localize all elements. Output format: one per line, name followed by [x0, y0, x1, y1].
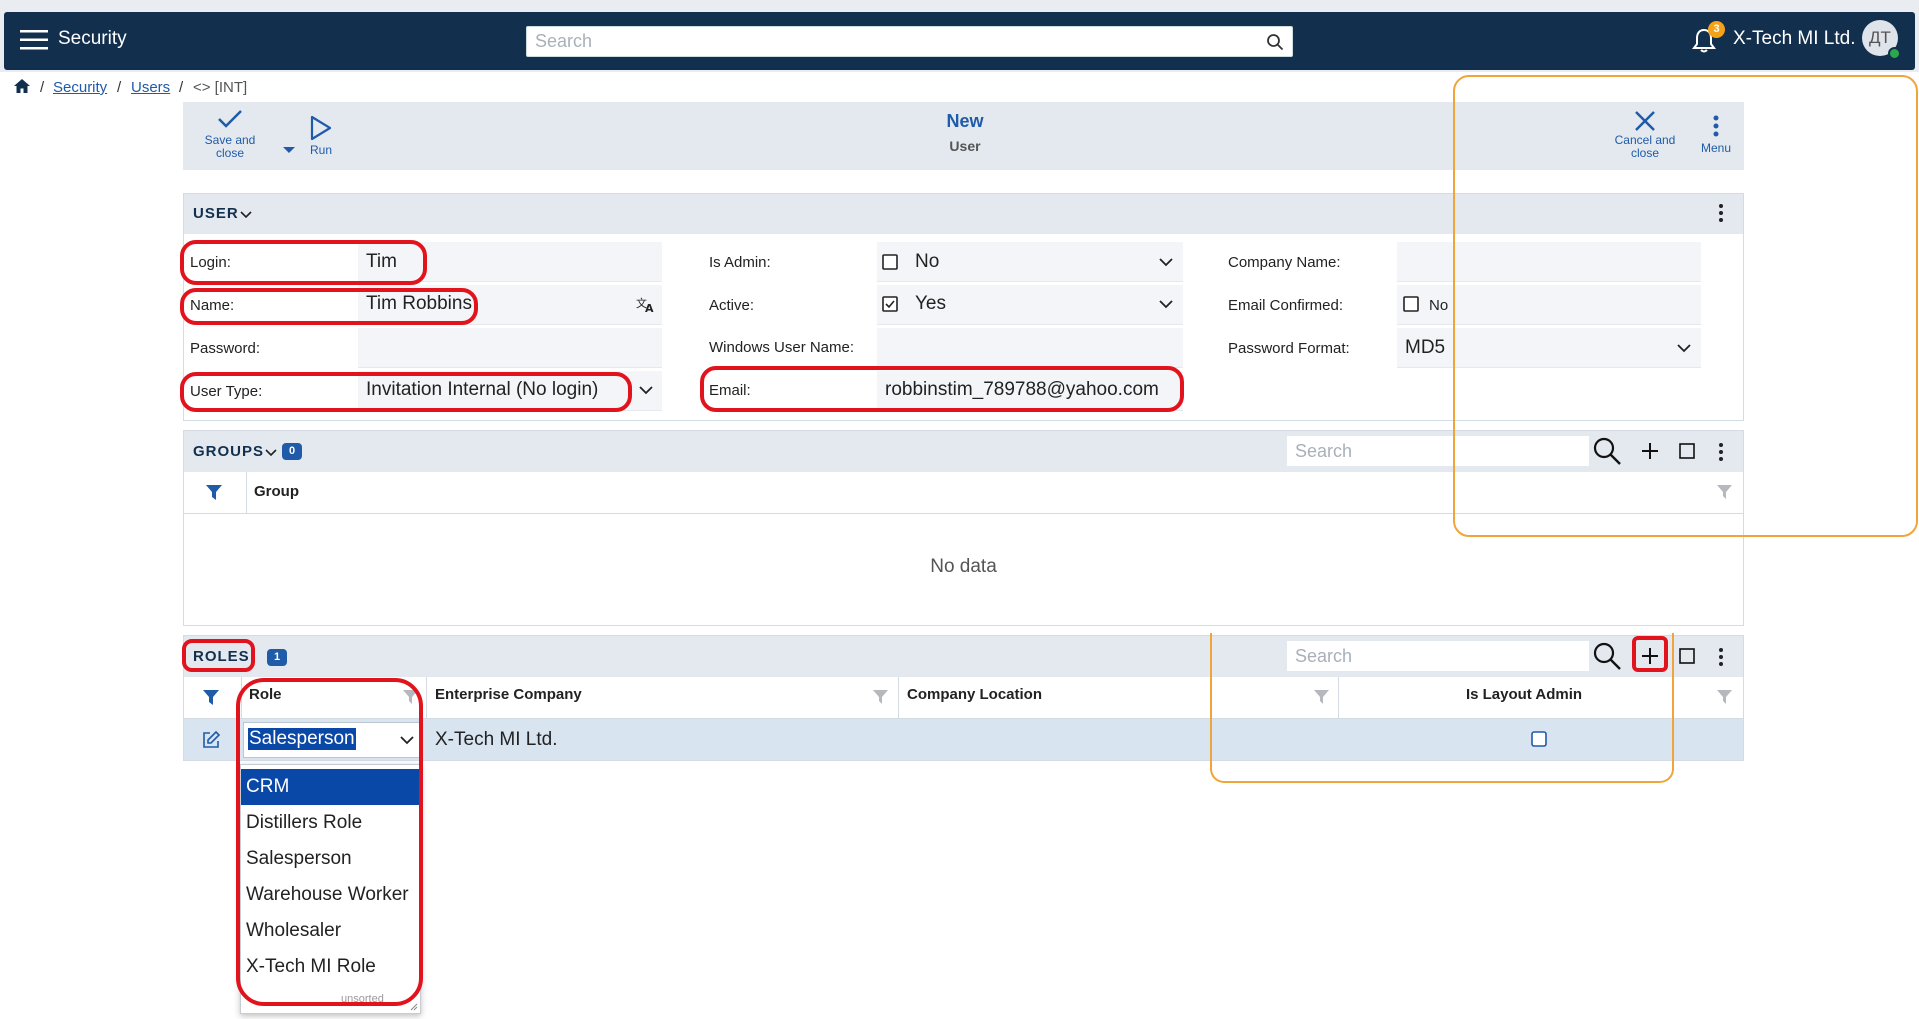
breadcrumb-separator: / — [40, 79, 45, 96]
global-search-input[interactable] — [527, 27, 1247, 56]
breadcrumb-current: <> [INT] — [193, 79, 248, 96]
enterprise-company-cell[interactable]: X-Tech MI Ltd. — [435, 729, 558, 751]
company-name[interactable]: X-Tech MI Ltd. — [1733, 28, 1856, 50]
svg-text:A: A — [645, 302, 654, 313]
app-title: Security — [58, 28, 127, 49]
breadcrumb-separator: / — [117, 79, 122, 96]
windows-user-name-field[interactable] — [877, 328, 1183, 368]
roles-title-highlight — [182, 639, 255, 672]
online-status-dot — [1888, 47, 1901, 60]
active-label: Active: — [709, 297, 755, 314]
orange-annotation-box — [1210, 633, 1674, 783]
column-header-enterprise-company[interactable]: Enterprise Company — [435, 686, 582, 703]
more-vertical-icon[interactable] — [1718, 647, 1724, 667]
is-admin-value[interactable]: No — [915, 251, 939, 273]
column-divider — [246, 472, 247, 514]
run-label: Run — [309, 143, 332, 157]
save-and-close-label-line2: close — [215, 146, 244, 160]
form-title: New — [946, 111, 984, 131]
active-value[interactable]: Yes — [915, 293, 946, 315]
filter-icon[interactable] — [202, 689, 220, 706]
checked-checkbox-icon[interactable] — [882, 296, 898, 312]
save-options-dropdown-icon[interactable] — [282, 146, 296, 154]
orange-annotation-box — [1453, 75, 1918, 537]
form-subtitle: User — [949, 138, 981, 154]
play-icon — [309, 115, 338, 141]
breadcrumb-security[interactable]: Security — [53, 79, 107, 96]
windows-user-name-label: Windows User Name: — [709, 339, 855, 356]
breadcrumb-separator: / — [179, 79, 184, 96]
run-button[interactable]: Run — [304, 115, 338, 157]
checkbox-icon[interactable] — [882, 254, 898, 270]
roles-count-badge: 1 — [267, 649, 287, 666]
user-section-title[interactable]: USER — [193, 205, 239, 222]
filter-icon[interactable] — [205, 484, 223, 501]
company-name-label: Company Name: — [1228, 254, 1341, 271]
password-format-label: Password Format: — [1228, 340, 1350, 357]
column-filter-icon[interactable] — [1716, 689, 1733, 705]
add-role-highlight — [1632, 636, 1668, 672]
chevron-down-icon[interactable] — [1159, 300, 1173, 309]
password-field[interactable] — [358, 328, 662, 368]
column-filter-icon[interactable] — [872, 689, 889, 705]
is-admin-label: Is Admin: — [709, 254, 771, 271]
email-confirmed-value: No — [1429, 297, 1449, 314]
search-icon[interactable] — [1266, 33, 1284, 51]
home-icon[interactable] — [13, 78, 31, 94]
translate-icon[interactable]: 文A — [636, 295, 656, 313]
groups-section-title[interactable]: GROUPS — [193, 443, 264, 460]
save-and-close-button[interactable]: Save and close — [203, 108, 257, 160]
notification-badge: 3 — [1708, 21, 1725, 38]
checkmark-icon — [216, 108, 257, 130]
hamburger-menu-icon[interactable] — [20, 29, 48, 51]
global-search-box[interactable] — [526, 26, 1293, 57]
chevron-down-icon[interactable] — [1159, 258, 1173, 267]
email-confirmed-label: Email Confirmed: — [1228, 297, 1344, 314]
login-highlight — [180, 240, 427, 285]
chevron-down-icon[interactable] — [265, 449, 277, 457]
select-all-checkbox-icon[interactable] — [1679, 648, 1695, 664]
chevron-down-icon[interactable] — [639, 386, 653, 395]
email-highlight — [700, 366, 1184, 412]
resize-handle-icon[interactable] — [410, 1003, 418, 1011]
checkbox-icon[interactable] — [1403, 296, 1419, 312]
password-label: Password: — [190, 340, 261, 357]
breadcrumb-users[interactable]: Users — [131, 79, 170, 96]
groups-empty-text: No data — [930, 556, 997, 577]
name-highlight — [180, 288, 478, 325]
column-header-group[interactable]: Group — [254, 483, 299, 500]
chevron-down-icon[interactable] — [240, 211, 252, 219]
role-dropdown-highlight — [236, 678, 423, 1006]
password-format-value[interactable]: MD5 — [1405, 337, 1445, 359]
user-type-highlight — [180, 372, 632, 412]
column-header-company-location[interactable]: Company Location — [907, 686, 1042, 703]
edit-icon[interactable] — [202, 730, 221, 749]
groups-count-badge: 0 — [282, 443, 302, 460]
